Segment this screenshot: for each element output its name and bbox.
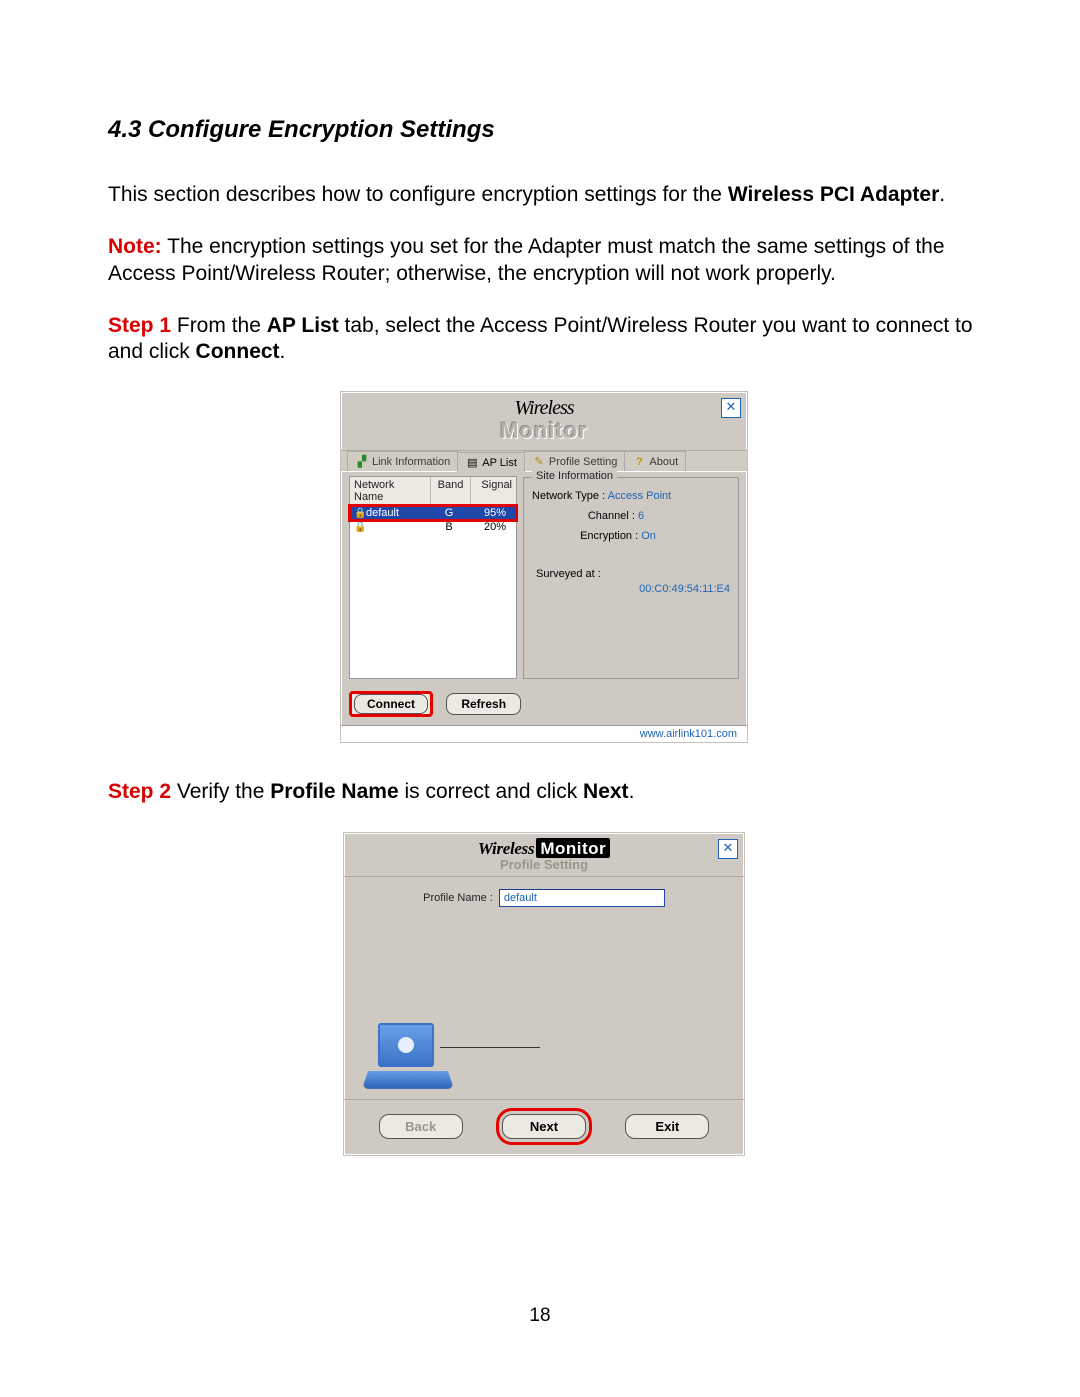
question-icon: ? <box>632 456 646 468</box>
laptop-icon <box>368 1023 452 1093</box>
ap-list: Network Name Band Signal 🔒default G 95% … <box>349 476 517 679</box>
paragraph-note: Note: The encryption settings you set fo… <box>108 234 980 287</box>
wire-graphic <box>440 1047 540 1048</box>
tab-profile-setting[interactable]: ✎Profile Setting <box>524 451 625 471</box>
site-information-group: Network Type : Access Point Channel : 6 … <box>523 477 739 679</box>
figure-profile-setting-window: WirelessMonitor ✕ Profile Setting Profil… <box>343 832 745 1156</box>
titlebar: WirelessMonitor ✕ Profile Setting <box>344 833 744 877</box>
section-heading: 4.3 Configure Encryption Settings <box>108 116 980 144</box>
titlebar: Wireless Monitor ✕ <box>341 392 747 450</box>
signal-icon: ▞ <box>355 456 369 468</box>
tabs: ▞Link Information ▤AP List ✎Profile Sett… <box>341 450 747 472</box>
list-header: Network Name Band Signal <box>349 476 517 506</box>
close-icon[interactable]: ✕ <box>718 839 738 859</box>
page-number: 18 <box>0 1305 1080 1327</box>
list-row[interactable]: 🔒 B 20% <box>350 520 516 534</box>
connect-button[interactable]: Connect <box>349 691 433 717</box>
footer-link[interactable]: www.airlink101.com <box>341 725 747 742</box>
profile-name-input[interactable] <box>499 889 665 907</box>
document-page: 4.3 Configure Encryption Settings This s… <box>0 0 1080 1156</box>
list-body[interactable]: 🔒default G 95% 🔒 B 20% <box>349 506 517 679</box>
profile-name-row: Profile Name : <box>344 877 744 913</box>
app-title-top: Wireless <box>341 398 747 418</box>
subtitle: Profile Setting <box>344 857 744 872</box>
tab-link-information[interactable]: ▞Link Information <box>347 451 458 471</box>
close-icon[interactable]: ✕ <box>721 398 741 418</box>
gear-icon: ✎ <box>532 456 546 468</box>
paragraph-step2: Step 2 Verify the Profile Name is correc… <box>108 779 980 805</box>
paragraph-step1: Step 1 From the AP List tab, select the … <box>108 313 980 366</box>
next-button[interactable]: Next <box>502 1114 586 1139</box>
list-row-selected[interactable]: 🔒default G 95% <box>350 506 516 520</box>
refresh-button[interactable]: Refresh <box>446 693 521 715</box>
app-title: WirelessMonitor <box>344 839 744 859</box>
app-title-bottom: Monitor <box>341 418 747 444</box>
back-button: Back <box>379 1114 463 1139</box>
wizard-buttons: Back Next Exit <box>344 1099 744 1155</box>
exit-button[interactable]: Exit <box>625 1114 709 1139</box>
figure-ap-list-window: Wireless Monitor ✕ ▞Link Information ▤AP… <box>340 391 748 743</box>
list-icon: ▤ <box>465 457 479 469</box>
tab-ap-list[interactable]: ▤AP List <box>457 452 525 472</box>
button-row: Connect Refresh <box>341 685 747 725</box>
profile-name-label: Profile Name : <box>423 892 493 904</box>
network-lock-icon: 🔒 <box>354 508 366 519</box>
network-lock-icon: 🔒 <box>354 522 366 533</box>
tab-about[interactable]: ?About <box>624 451 686 471</box>
paragraph-intro: This section describes how to configure … <box>108 182 980 208</box>
